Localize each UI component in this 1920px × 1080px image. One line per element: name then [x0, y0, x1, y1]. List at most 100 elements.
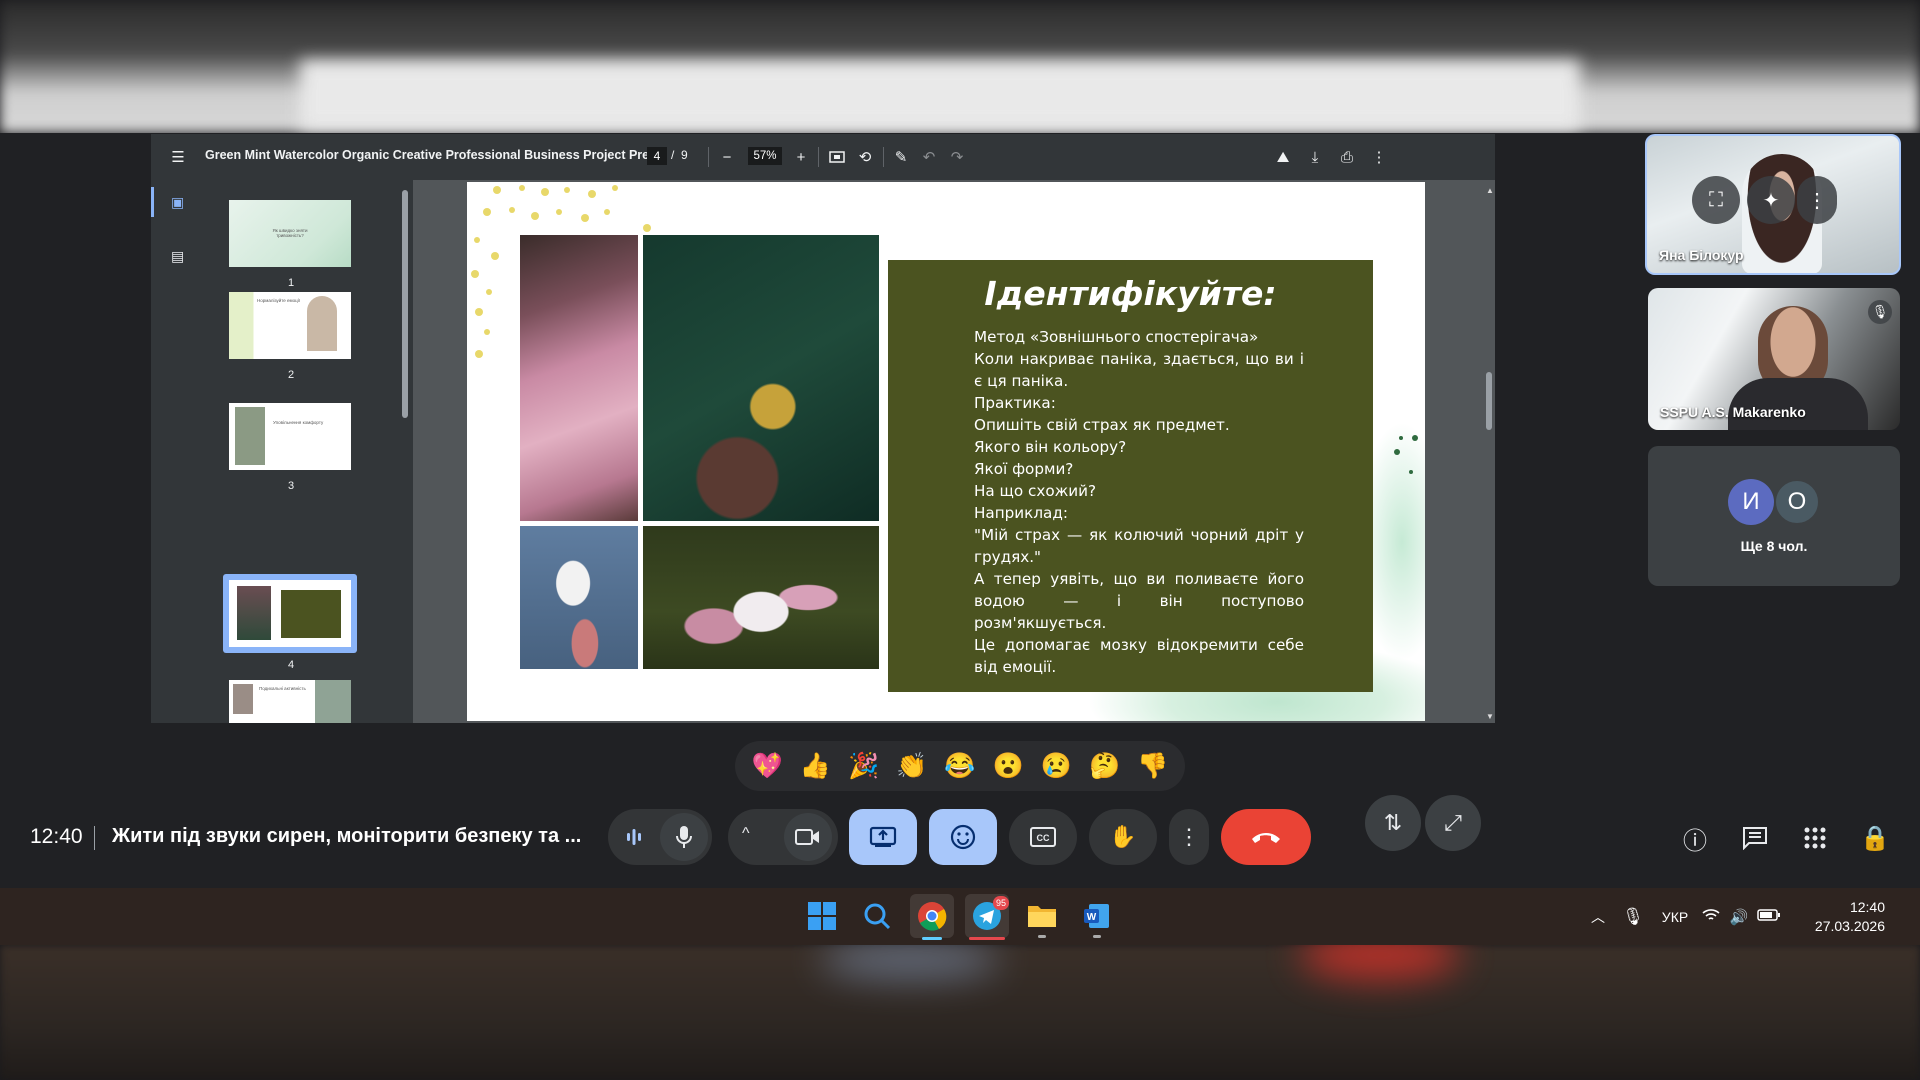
chrome-icon	[918, 902, 947, 931]
reaction-sad[interactable]: 😢	[1036, 752, 1076, 781]
participant-tile-2[interactable]: 🎙 SSPU A.S. Makarenko	[1648, 288, 1900, 430]
microphone-icon	[676, 826, 692, 848]
chat-icon[interactable]	[1739, 822, 1771, 854]
reaction-heart[interactable]: 💖	[747, 752, 787, 781]
more-options-icon[interactable]: ⋮	[1797, 176, 1837, 224]
microphone-in-use-icon[interactable]: 🎙	[1613, 907, 1653, 927]
undo-icon[interactable]: ↶	[917, 145, 941, 169]
zoom-out-icon[interactable]: −	[715, 145, 739, 169]
rotate-icon[interactable]: ⟲	[853, 145, 877, 169]
scroll-up-arrow[interactable]: ▲	[1486, 186, 1494, 195]
page-count: / 9	[671, 148, 688, 162]
more-vert-icon: ⋮	[1178, 824, 1200, 849]
page-thumbnail-2[interactable]: Нормалізуйте емоції	[229, 292, 351, 359]
participant-tile-1[interactable]: ⛶ ✦ ⋮ Яна Білокур	[1645, 134, 1901, 275]
search-button[interactable]	[855, 894, 899, 938]
menu-icon[interactable]: ☰	[166, 145, 190, 169]
taskbar-date: 27.03.2026	[1814, 917, 1885, 934]
windows-taskbar: 95 W ︿ 🎙 УКР 🔊 12:40 27.03.2026	[0, 888, 1920, 945]
slide-line: Практика:	[974, 394, 1056, 412]
folder-icon	[1028, 906, 1056, 927]
download-icon[interactable]: ⤓	[1303, 145, 1327, 169]
reaction-surprised[interactable]: 😮	[988, 752, 1028, 781]
input-language[interactable]: УКР	[1653, 909, 1697, 925]
thumbnail-image	[237, 586, 271, 640]
taskbar-telegram[interactable]: 95	[965, 894, 1009, 940]
thumbnail-panel	[281, 590, 341, 638]
captions-button[interactable]: CC	[1009, 809, 1077, 865]
reaction-thinking[interactable]: 🤔	[1085, 752, 1125, 781]
page-thumbnail-1[interactable]: Як швидко зняти тривожність?	[229, 200, 351, 267]
reactions-button[interactable]	[929, 809, 997, 865]
save-drive-icon[interactable]: ⛰	[1271, 145, 1295, 169]
redo-icon[interactable]: ↷	[945, 145, 969, 169]
present-screen-button[interactable]	[849, 809, 917, 865]
slide-line: Якого він кольору?	[974, 438, 1127, 456]
captions-icon: CC	[1030, 827, 1056, 847]
reaction-party[interactable]: 🎉	[844, 752, 884, 781]
participant-avatar: И	[1728, 479, 1774, 525]
battery-icon[interactable]	[1753, 908, 1785, 925]
activities-icon[interactable]	[1799, 822, 1831, 854]
zoom-input[interactable]: 57%	[748, 147, 782, 165]
zoom-in-icon[interactable]: +	[789, 145, 813, 169]
page-number-input[interactable]: 4	[647, 147, 667, 165]
taskbar-chrome[interactable]	[910, 894, 954, 940]
slide-title: Ідентифікуйте:	[984, 274, 1277, 313]
page-thumbnail-5[interactable]: Подихальні активність	[229, 680, 351, 723]
page-scroll-thumb[interactable]	[1486, 372, 1492, 430]
present-icon	[869, 826, 897, 847]
thumbnail-image	[307, 296, 337, 351]
show-hidden-icons-chevron-icon[interactable]: ︿	[1583, 907, 1613, 927]
start-button[interactable]	[800, 894, 844, 938]
page-thumbnail-3[interactable]: Уповільнення комфорту	[229, 403, 351, 470]
wifi-icon[interactable]	[1697, 908, 1725, 925]
clock-area[interactable]: 12:40 27.03.2026	[1785, 898, 1885, 936]
taskbar-word[interactable]: W	[1075, 894, 1119, 938]
outline-view-icon[interactable]: ▤	[171, 248, 184, 265]
scroll-down-arrow[interactable]: ▼	[1486, 712, 1494, 721]
more-options-button[interactable]: ⋮	[1169, 809, 1209, 865]
active-app-indicator	[922, 937, 942, 940]
camera-icon	[795, 829, 819, 845]
draw-icon[interactable]: ✎	[889, 145, 913, 169]
page-separator: /	[671, 148, 675, 162]
slide-line: Метод «Зовнішнього спостерігача»	[974, 328, 1259, 346]
microphone-button[interactable]	[660, 813, 708, 861]
reactions-bar: 💖 👍 🎉 👏 😂 😮 😢 🤔 👎	[735, 741, 1185, 791]
volume-icon[interactable]: 🔊	[1725, 908, 1753, 926]
frame-person-icon[interactable]: ⛶	[1692, 176, 1740, 224]
reaction-thumbs-down[interactable]: 👎	[1133, 752, 1173, 781]
camera-button[interactable]	[784, 813, 832, 861]
others-tile[interactable]: И О Ще 8 чол.	[1648, 446, 1900, 586]
taskbar-file-explorer[interactable]	[1020, 894, 1064, 938]
meeting-details-icon[interactable]: ⓘ	[1679, 822, 1711, 855]
reaction-thumbs-up[interactable]: 👍	[795, 752, 835, 781]
print-icon[interactable]: ⎙	[1335, 145, 1359, 169]
participant-name: Яна Білокур	[1659, 247, 1744, 263]
fullscreen-button[interactable]: ⤢	[1425, 795, 1481, 851]
raise-hand-button[interactable]: ✋	[1089, 809, 1157, 865]
sidebar-scrollbar[interactable]	[401, 184, 409, 719]
decorative-dots	[1394, 435, 1418, 474]
page-thumbnail-4[interactable]	[229, 580, 351, 647]
leave-call-button[interactable]	[1221, 809, 1311, 865]
reaction-clap[interactable]: 👏	[892, 752, 932, 781]
thumbnail-image	[233, 684, 253, 714]
pdf-viewer: ☰ Green Mint Watercolor Organic Creative…	[151, 134, 1495, 851]
fit-page-icon[interactable]	[825, 145, 849, 169]
notification-badge: 95	[993, 896, 1009, 910]
camera-options-chevron-icon[interactable]: ^	[742, 825, 750, 843]
thumbnail-number: 4	[287, 659, 295, 671]
meeting-title: Жити під звуки сирен, моніторити безпеку…	[112, 825, 582, 847]
slide-line: Опишіть свій страх як предмет.	[974, 416, 1230, 434]
host-controls-icon[interactable]: 🔒	[1859, 822, 1891, 854]
swap-layout-button[interactable]: ⇅	[1365, 795, 1421, 851]
thumbnails-view-icon[interactable]: ▣	[171, 194, 184, 211]
reaction-laugh[interactable]: 😂	[940, 752, 980, 781]
add-effects-icon[interactable]: ✦	[1747, 176, 1795, 224]
more-options-icon[interactable]: ⋮	[1367, 145, 1391, 169]
sidebar-active-indicator	[151, 187, 154, 217]
sidebar-scroll-thumb[interactable]	[402, 190, 408, 418]
page-scrollbar[interactable]: ▲ ▼	[1483, 180, 1495, 723]
